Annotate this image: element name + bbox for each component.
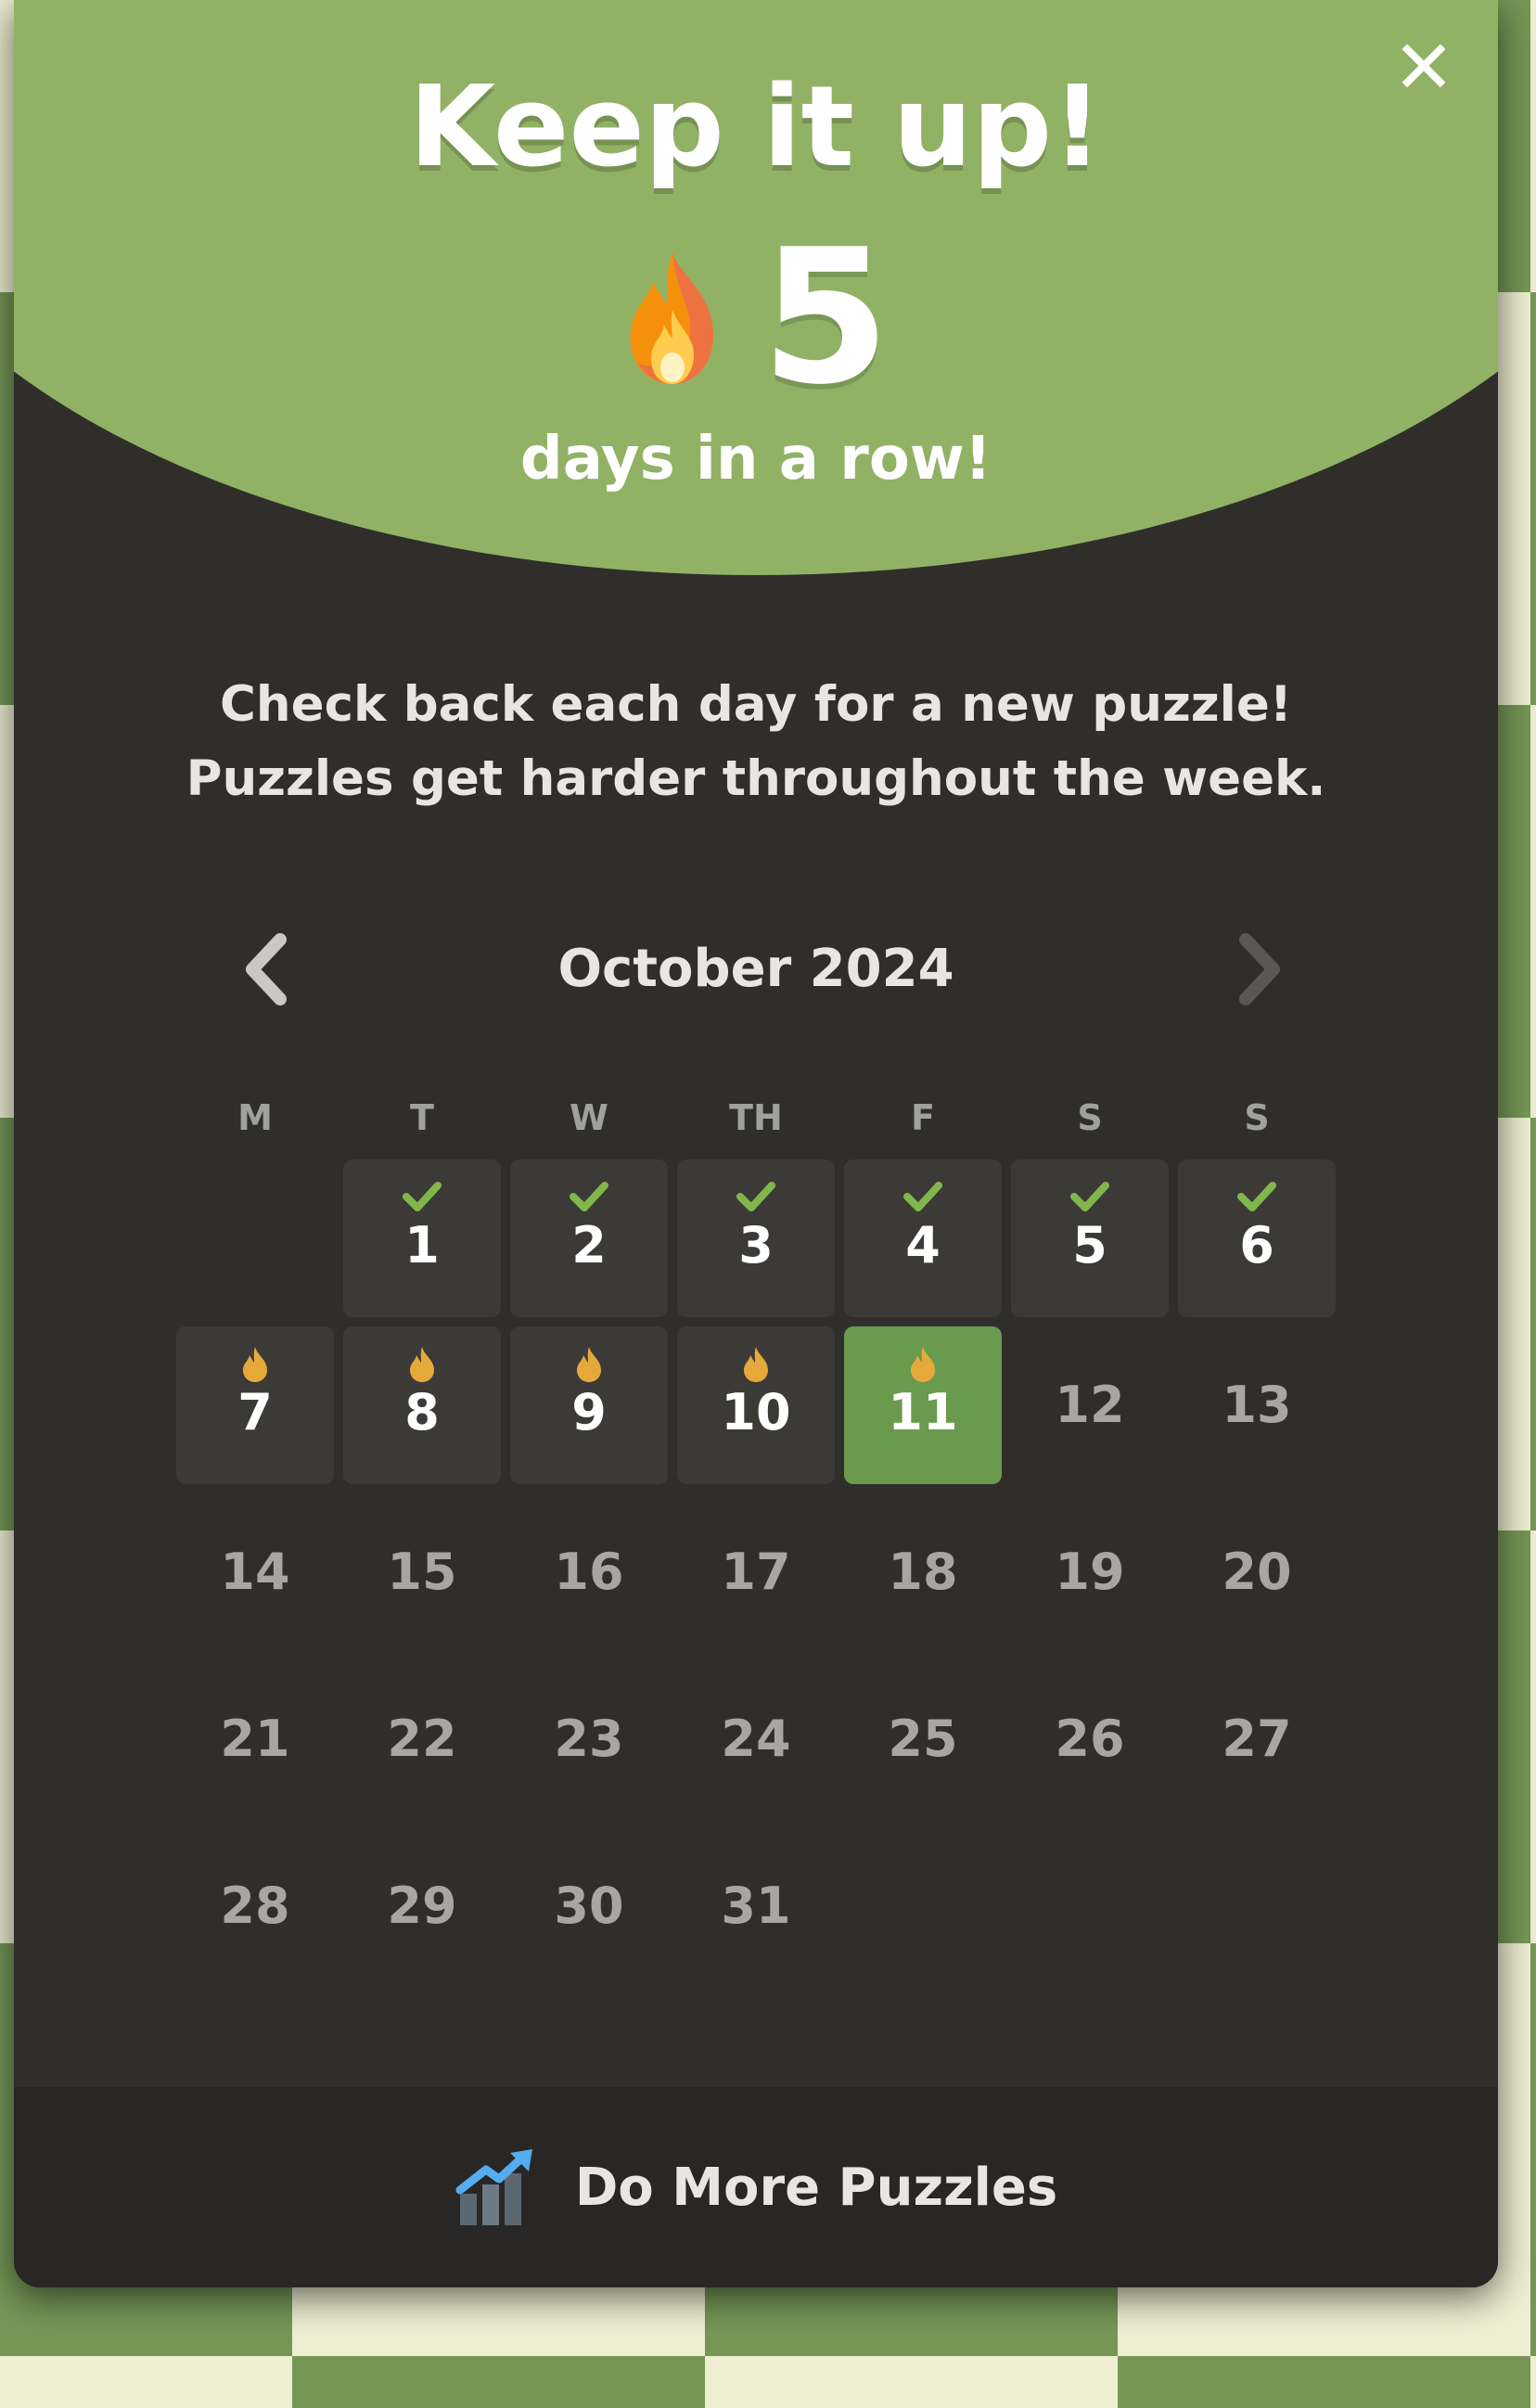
do-more-puzzles-button[interactable]: Do More Puzzles [14,2087,1498,2287]
check-icon [399,1178,445,1215]
chart-up-icon [455,2149,532,2225]
calendar-day-31[interactable]: 31 [677,1827,835,1985]
calendar-day-11[interactable]: 11 [844,1326,1002,1484]
calendar-day-8[interactable]: 8 [343,1326,501,1484]
flame-icon [399,1345,445,1382]
check-icon [900,1178,946,1215]
weekday-label: F [911,1097,935,1138]
calendar-day-22[interactable]: 22 [343,1660,501,1818]
streak-label: days in a row! [519,425,992,493]
day-number: 29 [387,1876,457,1935]
streak-count: 5 [761,210,890,426]
day-number: 27 [1222,1710,1292,1768]
chevron-right-icon [1239,933,1280,1005]
day-number: 20 [1222,1543,1292,1601]
calendar-day-21[interactable]: 21 [176,1660,334,1818]
streak-display: 5 [14,210,1498,426]
calendar-day-16[interactable]: 16 [510,1493,668,1651]
calendar-day-12[interactable]: 12 [1011,1326,1169,1484]
day-number: 19 [1055,1543,1125,1601]
day-number: 5 [1072,1216,1107,1274]
day-number: 8 [404,1383,440,1441]
day-number: 4 [905,1216,941,1274]
calendar-day-26[interactable]: 26 [1011,1660,1169,1818]
calendar-day-28[interactable]: 28 [176,1827,334,1985]
day-number: 9 [571,1383,607,1441]
check-icon [1234,1178,1280,1215]
day-number: 7 [237,1383,273,1441]
day-number: 22 [387,1710,457,1768]
modal-title: Keep it up! [409,63,1103,192]
day-number: 3 [738,1216,774,1274]
day-number: 16 [554,1543,624,1601]
day-number: 13 [1222,1376,1292,1434]
streak-modal: ✕ Keep it up! 5 days in a row! Check bac… [14,0,1498,2287]
day-number: 25 [888,1710,958,1768]
calendar-day-20[interactable]: 20 [1178,1493,1336,1651]
modal-header: ✕ Keep it up! 5 days in a row! [14,0,1498,575]
flame-icon [733,1345,779,1382]
day-number: 30 [554,1876,624,1935]
calendar-day-2[interactable]: 2 [510,1159,668,1317]
calendar-day-1[interactable]: 1 [343,1159,501,1317]
weekday-label: S [1077,1097,1103,1138]
weekday-row: M T W TH F S S [176,1090,1345,1146]
calendar-day-19[interactable]: 19 [1011,1493,1169,1651]
day-number: 21 [220,1710,290,1768]
weekday-label: M [237,1097,273,1138]
calendar-day-6[interactable]: 6 [1178,1159,1336,1317]
calendar-day-27[interactable]: 27 [1178,1660,1336,1818]
calendar-day-7[interactable]: 7 [176,1326,334,1484]
day-number: 26 [1055,1710,1125,1768]
calendar-day-30[interactable]: 30 [510,1827,668,1985]
calendar-day-3[interactable]: 3 [677,1159,835,1317]
day-number: 12 [1055,1376,1125,1434]
calendar-day-9[interactable]: 9 [510,1326,668,1484]
message-line-2: Puzzles get harder throughout the week. [186,750,1326,807]
weekday-label: S [1244,1097,1270,1138]
footer-label: Do More Puzzles [574,2157,1058,2218]
next-month-button[interactable] [1210,923,1303,1016]
calendar-day-4[interactable]: 4 [844,1159,1002,1317]
day-number: 6 [1239,1216,1274,1274]
day-number: 11 [888,1383,958,1441]
day-number: 24 [721,1710,791,1768]
flame-icon [566,1345,612,1382]
calendar-header: October 2024 [14,923,1498,1016]
day-number: 17 [721,1543,791,1601]
day-number: 28 [220,1876,290,1935]
calendar-day-29[interactable]: 29 [343,1827,501,1985]
check-icon [566,1178,612,1215]
day-number: 23 [554,1710,624,1768]
day-number: 31 [721,1876,791,1935]
calendar-day-15[interactable]: 15 [343,1493,501,1651]
flame-icon [900,1345,946,1382]
calendar-day-10[interactable]: 10 [677,1326,835,1484]
calendar-day-25[interactable]: 25 [844,1660,1002,1818]
day-number: 10 [721,1383,791,1441]
day-number: 1 [404,1216,440,1274]
weekday-label: T [410,1097,434,1138]
info-message: Check back each day for a new puzzle! Pu… [14,668,1498,816]
day-number: 18 [888,1543,958,1601]
calendar-day-24[interactable]: 24 [677,1660,835,1818]
weekday-label: W [570,1097,608,1138]
flame-icon [232,1345,278,1382]
calendar-day-14[interactable]: 14 [176,1493,334,1651]
calendar-day-23[interactable]: 23 [510,1660,668,1818]
day-number: 15 [387,1543,457,1601]
day-number: 2 [571,1216,607,1274]
calendar-day-18[interactable]: 18 [844,1493,1002,1651]
fire-icon [630,252,714,384]
day-number: 14 [220,1543,290,1601]
calendar-day-13[interactable]: 13 [1178,1326,1336,1484]
weekday-label: TH [729,1097,783,1138]
message-line-1: Check back each day for a new puzzle! [220,676,1292,733]
calendar-day-17[interactable]: 17 [677,1493,835,1651]
calendar-day-5[interactable]: 5 [1011,1159,1169,1317]
check-icon [1067,1178,1113,1215]
check-icon [733,1178,779,1215]
